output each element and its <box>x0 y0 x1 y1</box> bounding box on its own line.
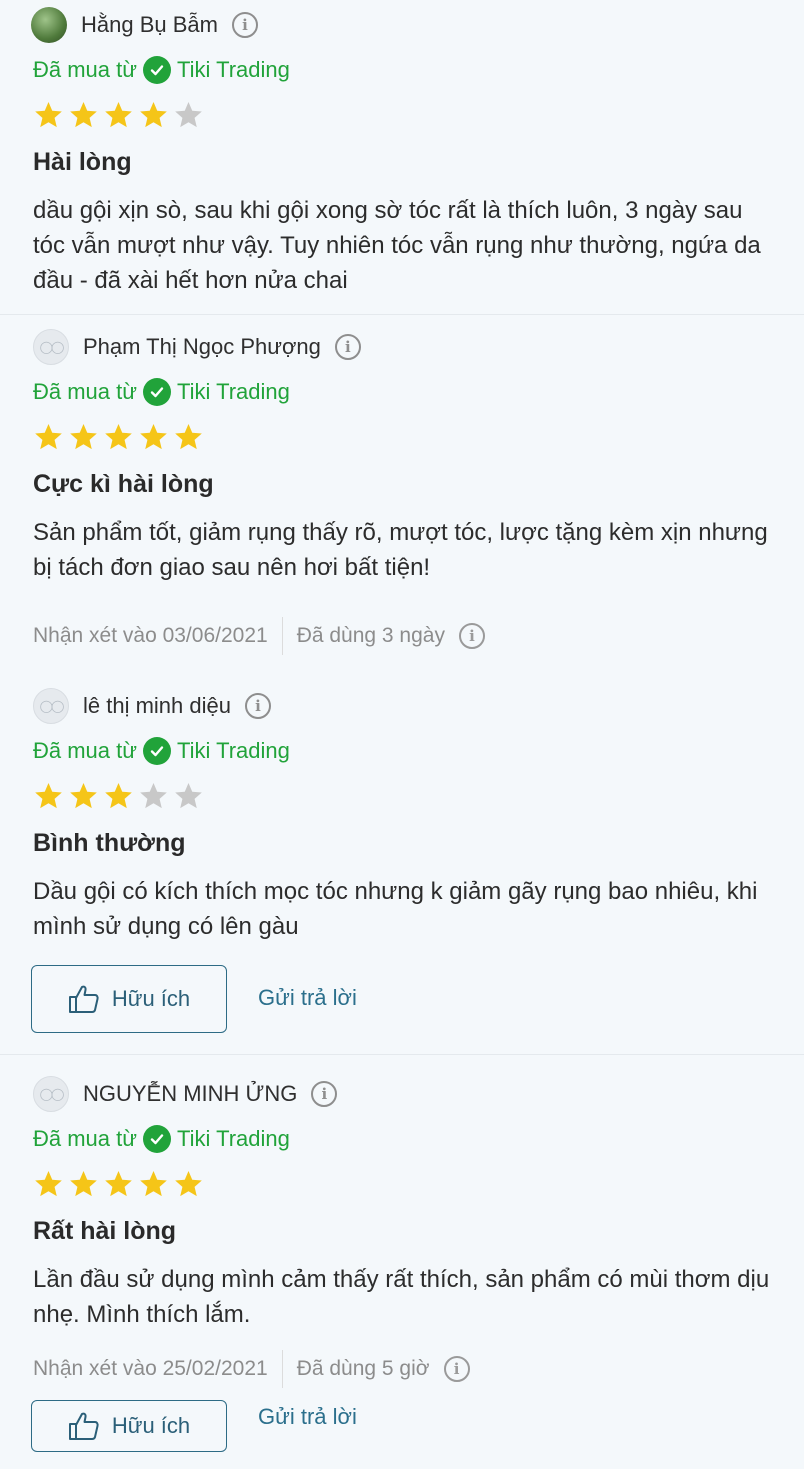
user-avatar[interactable]: ◯◯ <box>33 1076 69 1112</box>
purchase-source: Đã mua từ Tiki Trading <box>33 737 290 765</box>
review-date: Nhận xét vào 03/06/2021 <box>33 624 268 647</box>
usage-duration: Đã dùng 3 ngày <box>296 624 445 647</box>
star-filled-icon <box>35 1170 62 1197</box>
review-title: Hài lòng <box>33 148 132 176</box>
seller-name: Tiki Trading <box>176 57 290 82</box>
bought-prefix: Đã mua từ <box>33 1126 137 1151</box>
meta-separator <box>281 1350 283 1388</box>
helpful-label: Hữu ích <box>111 986 191 1011</box>
reviewer-name[interactable]: NGUYỄN MINH ỬNG <box>83 1081 297 1107</box>
info-icon[interactable]: i <box>231 12 258 38</box>
star-filled-icon <box>70 1170 97 1197</box>
star-filled-icon <box>140 1170 167 1197</box>
star-filled-icon <box>105 423 132 450</box>
thumbs-up-icon <box>68 1412 99 1440</box>
info-icon[interactable]: i <box>458 623 485 649</box>
review-content: dầu gội xịn sò, sau khi gội xong sờ tóc … <box>33 197 761 294</box>
star-filled-icon <box>105 101 132 128</box>
review-title: Cực kì hài lòng <box>33 470 214 498</box>
star-filled-icon <box>70 423 97 450</box>
meta-separator <box>281 617 283 655</box>
seller-name: Tiki Trading <box>176 379 290 404</box>
star-filled-icon <box>140 423 167 450</box>
divider <box>0 1054 804 1055</box>
reviewer-name[interactable]: lê thị minh diệu <box>83 693 231 719</box>
star-filled-icon <box>175 423 202 450</box>
star-empty-icon <box>175 101 202 128</box>
review-content: Lần đầu sử dụng mình cảm thấy rất thích,… <box>33 1266 770 1328</box>
usage-duration: Đã dùng 5 giờ <box>296 1357 430 1380</box>
star-filled-icon <box>35 423 62 450</box>
reply-link[interactable]: Gửi trả lời <box>258 1404 357 1430</box>
info-icon[interactable]: i <box>334 334 361 360</box>
helpful-button[interactable]: Hữu ích <box>31 965 227 1033</box>
purchase-source: Đã mua từ Tiki Trading <box>33 378 290 406</box>
info-icon[interactable]: i <box>311 1081 338 1107</box>
helpful-button[interactable]: Hữu ích <box>31 1400 227 1452</box>
check-circle-icon <box>142 56 171 84</box>
reviewer-name[interactable]: Phạm Thị Ngọc Phượng <box>83 334 321 360</box>
review-content: Dầu gội có kích thích mọc tóc nhưng k gi… <box>33 878 758 940</box>
star-filled-icon <box>105 782 132 809</box>
star-empty-icon <box>140 782 167 809</box>
bought-prefix: Đã mua từ <box>33 738 137 763</box>
check-circle-icon <box>142 737 171 765</box>
review-title: Rất hài lòng <box>33 1217 177 1245</box>
star-filled-icon <box>70 101 97 128</box>
seller-name: Tiki Trading <box>176 1126 290 1151</box>
info-icon[interactable]: i <box>443 1356 470 1382</box>
star-empty-icon <box>175 782 202 809</box>
reviewer-name[interactable]: Hằng Bụ Bẫm <box>81 12 218 38</box>
info-icon[interactable]: i <box>244 693 271 719</box>
star-rating <box>33 100 204 131</box>
seller-name: Tiki Trading <box>176 738 290 763</box>
review-content: Sản phẩm tốt, giảm rụng thấy rõ, mượt tó… <box>33 519 768 581</box>
helpful-label: Hữu ích <box>111 1413 191 1438</box>
star-rating <box>33 1169 204 1200</box>
user-avatar[interactable]: ◯◯ <box>33 329 69 365</box>
purchase-source: Đã mua từ Tiki Trading <box>33 56 290 84</box>
star-rating <box>33 422 204 453</box>
user-avatar[interactable] <box>31 7 67 43</box>
star-filled-icon <box>70 782 97 809</box>
star-filled-icon <box>140 101 167 128</box>
star-filled-icon <box>105 1170 132 1197</box>
review-title: Bình thường <box>33 829 186 857</box>
star-filled-icon <box>175 1170 202 1197</box>
purchase-source: Đã mua từ Tiki Trading <box>33 1125 290 1153</box>
bought-prefix: Đã mua từ <box>33 379 137 404</box>
star-filled-icon <box>35 782 62 809</box>
user-avatar[interactable]: ◯◯ <box>33 688 69 724</box>
thumbs-up-icon <box>68 985 99 1013</box>
reply-link[interactable]: Gửi trả lời <box>258 985 357 1011</box>
check-circle-icon <box>142 378 171 406</box>
bought-prefix: Đã mua từ <box>33 57 137 82</box>
review-date: Nhận xét vào 25/02/2021 <box>33 1357 268 1380</box>
divider <box>0 314 804 315</box>
star-rating <box>33 781 204 812</box>
star-filled-icon <box>35 101 62 128</box>
check-circle-icon <box>142 1125 171 1153</box>
